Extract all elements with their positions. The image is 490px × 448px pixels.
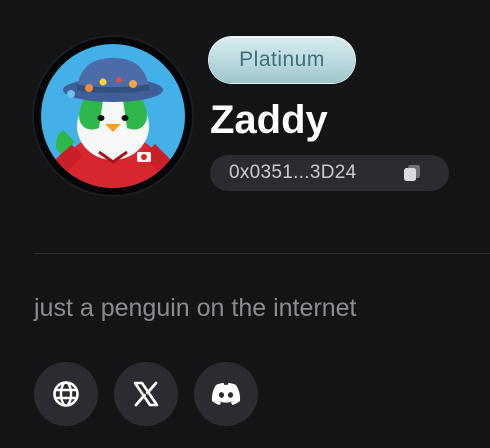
username: Zaddy (210, 98, 328, 142)
copy-icon[interactable] (402, 164, 422, 182)
tier-badge: Platinum (209, 37, 355, 83)
avatar-frame (34, 37, 192, 195)
tier-badge-label: Platinum (239, 48, 325, 71)
discord-logo-icon (211, 382, 241, 406)
website-link-button[interactable] (34, 362, 98, 426)
penguin-avatar-icon (41, 44, 185, 188)
globe-icon (52, 380, 80, 408)
wallet-address: 0x0351...3D24 (229, 162, 357, 183)
x-logo-icon (133, 381, 159, 407)
avatar (41, 44, 185, 188)
x-profile-link-button[interactable] (114, 362, 178, 426)
profile-bio: just a penguin on the internet (34, 294, 357, 322)
section-divider (34, 253, 490, 254)
discord-link-button[interactable] (194, 362, 258, 426)
profile-card: Platinum Zaddy 0x0351...3D24 just a peng… (0, 0, 490, 448)
wallet-address-pill[interactable]: 0x0351...3D24 (210, 155, 449, 191)
